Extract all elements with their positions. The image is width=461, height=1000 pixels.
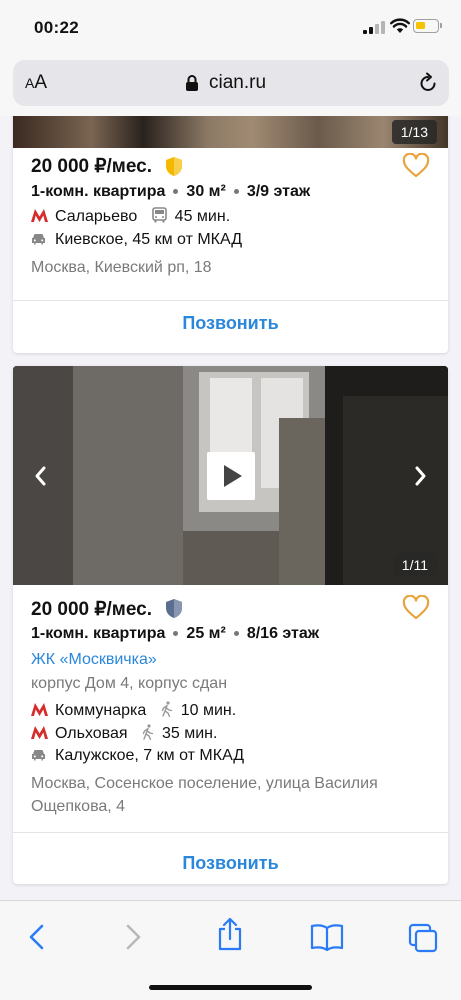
listing-card[interactable]: 1/13 20 000 ₽/мес. 1-комн. квартира 30 м²… — [13, 116, 448, 353]
reload-icon[interactable] — [417, 72, 439, 94]
listing-feed[interactable]: 1/13 20 000 ₽/мес. 1-комн. квартира 30 м²… — [0, 116, 461, 900]
listing-params: 1-комн. квартира 30 м² 3/9 этаж — [31, 183, 310, 201]
car-icon — [32, 750, 45, 761]
metro-icon — [31, 726, 48, 739]
favorite-heart-icon[interactable] — [402, 595, 430, 620]
metro-time: 10 мин. — [180, 702, 237, 719]
metro-line: Коммунарка 10 мин. — [31, 701, 236, 720]
verified-shield-icon — [166, 157, 182, 176]
tabs-icon[interactable] — [408, 923, 438, 953]
metro-line: Ольховая 35 мин. — [31, 724, 217, 743]
photo-counter: 1/13 — [391, 120, 437, 144]
battery-icon — [413, 19, 442, 33]
lock-icon — [186, 75, 198, 91]
rooms: 1-комн. квартира — [31, 625, 166, 642]
photo-prev-arrow-icon[interactable] — [31, 464, 51, 488]
listing-address: Москва, Киевский рп, 18 — [31, 259, 212, 276]
listing-price: 20 000 ₽/мес. — [31, 599, 152, 620]
wifi-icon — [390, 18, 410, 33]
listing-photo[interactable]: 1/13 — [13, 116, 448, 148]
status-time: 00:22 — [34, 18, 79, 37]
metro-time: 45 мин. — [174, 208, 231, 225]
listing-photo[interactable]: 1/11 — [13, 366, 448, 585]
highway-line: Калужское, 7 км от МКАД — [31, 747, 244, 765]
area: 25 м² — [186, 625, 226, 642]
text-size-button[interactable]: AA — [25, 72, 47, 94]
status-bar: 00:22 — [0, 0, 461, 54]
call-button[interactable]: Позвонить — [13, 853, 448, 874]
highway-line: Киевское, 45 км от МКАД — [31, 231, 242, 249]
floor: 3/9 этаж — [246, 183, 311, 200]
favorite-heart-icon[interactable] — [402, 153, 430, 178]
highway: Калужское, 7 км от МКАД — [55, 747, 245, 764]
floor: 8/16 этаж — [246, 625, 320, 642]
photo-next-arrow-icon[interactable] — [410, 464, 430, 488]
metro-icon — [31, 703, 48, 716]
residential-complex-link[interactable]: ЖК «Москвичка» — [31, 651, 157, 669]
metro-time: 35 мин. — [162, 725, 218, 742]
browser-address-bar: AA cian.ru — [0, 54, 461, 116]
walk-icon — [161, 701, 172, 717]
metro-station: Саларьево — [55, 208, 138, 225]
divider — [13, 832, 448, 833]
rooms: 1-комн. квартира — [31, 183, 166, 200]
metro-icon — [31, 209, 48, 222]
photo-counter: 1/11 — [392, 553, 437, 577]
play-icon — [224, 465, 242, 487]
building-info: корпус Дом 4, корпус сдан — [31, 675, 228, 692]
listing-address: Москва, Сосенское поселение, улица Васил… — [31, 775, 378, 815]
listing-params: 1-комн. квартира 25 м² 8/16 этаж — [31, 625, 319, 643]
back-icon[interactable] — [27, 923, 47, 951]
walk-icon — [142, 724, 154, 740]
highway: Киевское, 45 км от МКАД — [55, 231, 243, 248]
cellular-signal-icon — [363, 21, 385, 34]
listing-card[interactable]: 1/11 20 000 ₽/мес. 1-комн. квартира 25 м²… — [13, 366, 448, 884]
car-icon — [32, 234, 45, 245]
home-indicator[interactable] — [149, 985, 312, 990]
metro-line: Саларьево 45 мин. — [31, 207, 230, 226]
divider — [13, 300, 448, 301]
video-play-button[interactable] — [207, 452, 255, 500]
call-button[interactable]: Позвонить — [13, 313, 448, 334]
metro-station: Ольховая — [55, 725, 128, 742]
verified-shield-icon — [166, 599, 182, 618]
bookmarks-icon[interactable] — [310, 923, 344, 951]
bus-icon — [151, 207, 167, 223]
listing-price: 20 000 ₽/мес. — [31, 156, 152, 177]
share-icon[interactable] — [216, 917, 244, 951]
url-field[interactable]: AA cian.ru — [13, 60, 449, 106]
metro-station: Коммунарка — [55, 702, 147, 719]
url-text: cian.ru — [209, 72, 267, 93]
area: 30 м² — [186, 183, 226, 200]
forward-icon[interactable] — [123, 923, 143, 951]
